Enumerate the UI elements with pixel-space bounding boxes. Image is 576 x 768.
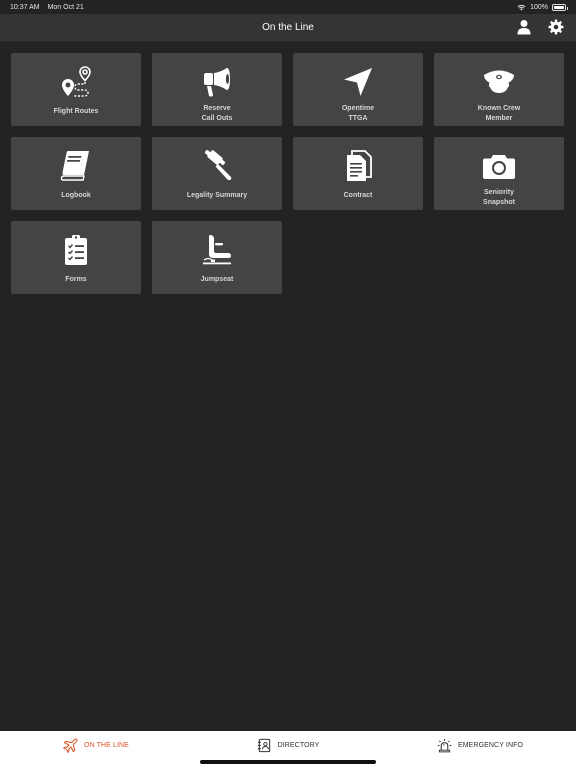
battery-fill — [554, 5, 564, 9]
seat-icon — [203, 235, 231, 265]
tab-emergency-info[interactable]: EMERGENCY INFO — [384, 738, 576, 753]
home-indicator[interactable] — [200, 760, 376, 764]
tile-flight-routes[interactable]: Flight Routes — [11, 53, 141, 126]
gear-icon — [548, 19, 564, 35]
tile-label: Contract — [343, 192, 373, 199]
tab-label: EMERGENCY INFO — [457, 742, 524, 749]
megaphone-icon — [204, 68, 230, 97]
airplane-icon — [63, 738, 78, 753]
camera-icon — [483, 155, 515, 179]
tile-label: Flight Routes — [53, 108, 99, 115]
status-bar: 10:37 AM Mon Oct 21 100% — [0, 0, 576, 14]
tile-label: Legality Summary — [186, 192, 248, 199]
tile-reserve-call-outs[interactable]: Reserve Call Outs — [152, 53, 282, 126]
tile-logbook[interactable]: Logbook — [11, 137, 141, 210]
tab-label: ON THE LINE — [84, 742, 129, 749]
tile-seniority-snapshot[interactable]: Seniority Snapshot — [434, 137, 564, 210]
pilot-cap-icon — [484, 70, 514, 93]
book-icon — [60, 151, 89, 181]
tile-legality-summary[interactable]: Legality Summary — [152, 137, 282, 210]
tile-label: Forms — [65, 276, 87, 283]
document-icon — [347, 150, 372, 181]
gavel-icon — [204, 149, 232, 181]
tile-label: Reserve Call Outs — [201, 105, 233, 122]
wifi-icon — [517, 4, 526, 10]
tile-jumpseat[interactable]: Jumpseat — [152, 221, 282, 294]
tile-forms[interactable]: Forms — [11, 221, 141, 294]
tile-label: Jumpseat — [200, 276, 234, 283]
tile-opentime-ttga[interactable]: Opentime TTGA — [293, 53, 423, 126]
tile-label: Seniority Snapshot — [483, 189, 515, 206]
tile-known-crew-member[interactable]: Known Crew Member — [434, 53, 564, 126]
clipboard-checklist-icon — [65, 235, 87, 265]
tile-label: Logbook — [61, 192, 91, 199]
tab-on-the-line[interactable]: ON THE LINE — [0, 738, 192, 753]
status-date: Mon Oct 21 — [47, 3, 84, 11]
battery-icon — [552, 3, 568, 11]
settings-button[interactable] — [546, 17, 566, 37]
page-title: On the Line — [262, 22, 314, 33]
tile-label: Opentime TTGA — [341, 105, 375, 122]
tab-label: DIRECTORY — [277, 742, 320, 749]
battery-percent: 100% — [530, 3, 548, 11]
feature-grid: Flight Routes Reserve Call Outs Opentime… — [11, 53, 564, 294]
nav-bar: On the Line — [0, 14, 576, 42]
status-time: 10:37 AM — [10, 3, 40, 11]
profile-button[interactable] — [514, 17, 534, 37]
tile-contract[interactable]: Contract — [293, 137, 423, 210]
siren-icon — [437, 738, 452, 753]
contacts-book-icon — [257, 738, 270, 753]
tab-directory[interactable]: DIRECTORY — [192, 738, 384, 753]
map-route-icon — [62, 66, 91, 97]
location-arrow-icon — [344, 68, 372, 96]
person-icon — [517, 20, 531, 35]
tile-label: Known Crew Member — [477, 105, 521, 122]
